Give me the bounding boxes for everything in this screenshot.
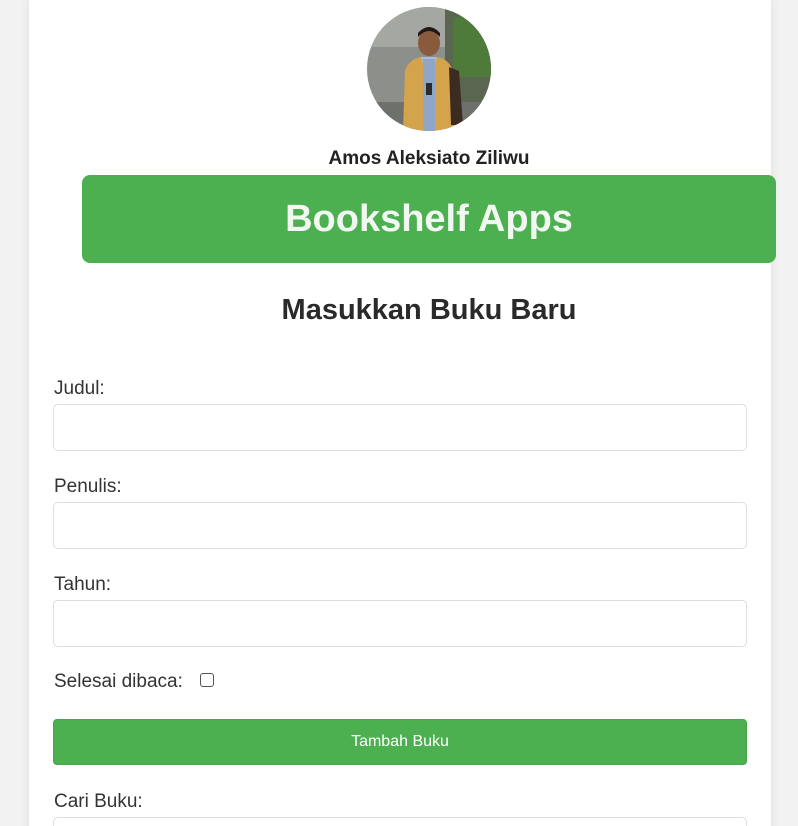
complete-row: Selesai dibaca:: [54, 671, 214, 693]
add-book-button[interactable]: Tambah Buku: [53, 719, 747, 765]
search-label: Cari Buku:: [54, 791, 143, 812]
app-title: Bookshelf Apps: [285, 197, 573, 240]
search-input[interactable]: [53, 817, 747, 826]
profile-photo: [367, 7, 491, 131]
year-label: Tahun:: [54, 574, 112, 595]
title-input[interactable]: [53, 404, 747, 451]
complete-checkbox[interactable]: [199, 673, 214, 687]
complete-label: Selesai dibaca:: [54, 671, 183, 692]
author-input[interactable]: [53, 502, 747, 549]
profile-name: Amos Aleksiato Ziliwu: [328, 148, 530, 169]
title-label: Judul:: [54, 378, 105, 399]
avatar: [367, 7, 491, 131]
app-header: Bookshelf Apps: [82, 175, 776, 263]
form-title: Masukkan Buku Baru: [281, 294, 577, 326]
year-input[interactable]: [53, 600, 747, 647]
author-label: Penulis:: [54, 476, 122, 497]
